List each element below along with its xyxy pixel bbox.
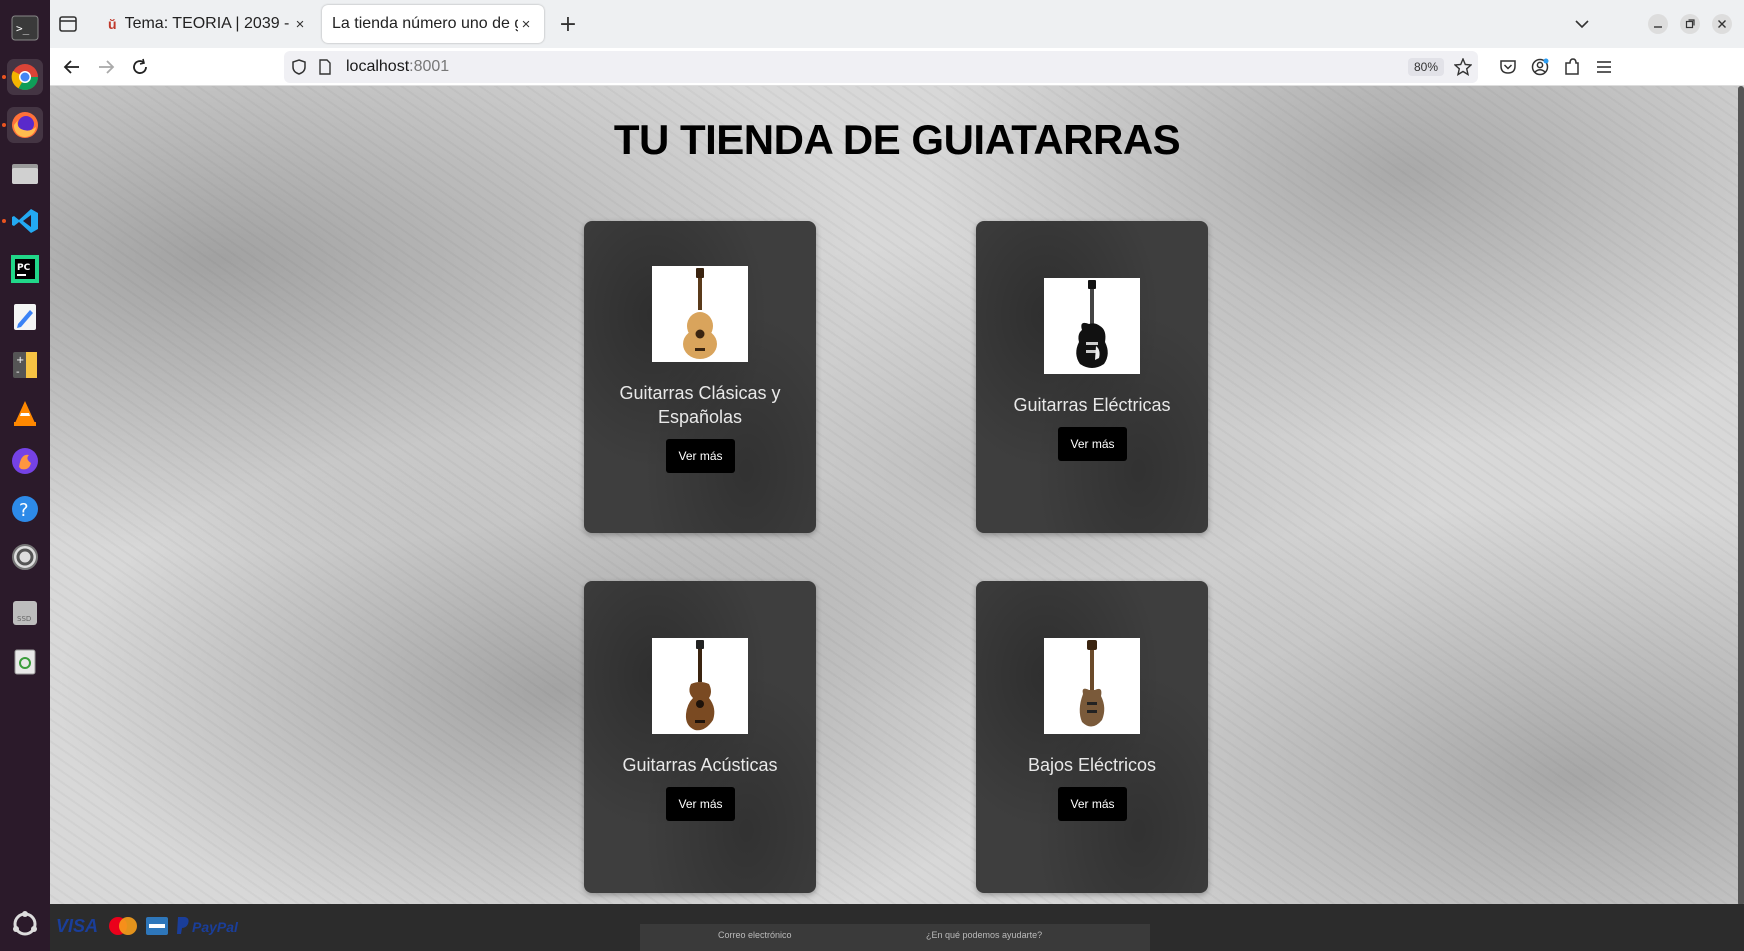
- drive-icon[interactable]: SSD: [7, 595, 43, 631]
- running-indicator: [2, 75, 6, 79]
- shield-icon[interactable]: [290, 58, 308, 76]
- ver-mas-button[interactable]: Ver más: [666, 439, 735, 473]
- minimize-icon[interactable]: [1648, 14, 1668, 34]
- back-arrow-icon[interactable]: [60, 56, 84, 78]
- visa-logo: VISA: [56, 916, 99, 936]
- firefox-icon[interactable]: [7, 107, 43, 143]
- running-indicator: [2, 123, 6, 127]
- tab-teoria[interactable]: ŭ Tema: TEORIA | 2039 - LA ×: [98, 5, 318, 43]
- account-icon[interactable]: [1530, 57, 1550, 77]
- classical-guitar-image: [652, 266, 748, 362]
- ver-mas-button[interactable]: Ver más: [1058, 787, 1127, 821]
- moodle-favicon-icon: ŭ: [108, 16, 117, 32]
- page-content: TU TIENDA DE GUIATARRAS Guitarras Clásic…: [50, 86, 1744, 951]
- page-title: TU TIENDA DE GUIATARRAS: [613, 116, 1181, 163]
- tab-bar: ŭ Tema: TEORIA | 2039 - LA × La tienda n…: [50, 0, 1744, 48]
- footer-link-email[interactable]: Correo electrónico: [718, 930, 792, 940]
- ubuntu-dock: >_ PC + - ? SSD: [0, 0, 50, 951]
- svg-text:>_: >_: [16, 22, 30, 35]
- navigation-bar: localhost:8001 80%: [50, 48, 1744, 86]
- terminal-icon[interactable]: >_: [7, 10, 43, 46]
- footer-links-box: [640, 924, 1150, 951]
- tab-tienda[interactable]: La tienda número uno de gui ×: [322, 5, 544, 43]
- vlc-icon[interactable]: [7, 395, 43, 431]
- svg-text:SSD: SSD: [17, 615, 31, 623]
- forward-arrow-icon[interactable]: [94, 56, 118, 78]
- category-card-bajos: Bajos Eléctricos Ver más: [976, 581, 1208, 893]
- running-indicator: [2, 219, 6, 223]
- page-info-icon[interactable]: [316, 58, 334, 76]
- url-bar[interactable]: localhost:8001 80%: [284, 51, 1478, 83]
- footer: VISA PayPal Correo electrónico ¿En qué p…: [50, 904, 1744, 951]
- url-text[interactable]: localhost:8001: [346, 58, 449, 76]
- pycharm-icon[interactable]: PC: [7, 251, 43, 287]
- url-host: localhost: [346, 58, 410, 75]
- tab-close-icon[interactable]: ×: [292, 16, 308, 33]
- show-apps-icon[interactable]: [7, 906, 43, 942]
- tab-overview-icon[interactable]: [56, 12, 80, 36]
- footer-link-help[interactable]: ¿En qué podemos ayudarte?: [926, 930, 1042, 940]
- close-window-icon[interactable]: [1712, 14, 1732, 34]
- acoustic-guitar-image: [652, 638, 748, 734]
- ver-mas-button[interactable]: Ver más: [666, 787, 735, 821]
- tab-list-chevron-down-icon[interactable]: [1570, 12, 1594, 36]
- paypal-icon: [176, 916, 190, 940]
- bookmark-star-icon[interactable]: [1454, 58, 1472, 76]
- card-label: Guitarras Eléctricas: [1013, 395, 1171, 415]
- tab-title: Tema: TEORIA | 2039 - LA: [124, 15, 292, 32]
- category-card-clasicas: Guitarras Clásicas y Españolas Ver más: [584, 221, 816, 533]
- trash-icon[interactable]: [7, 643, 43, 679]
- page-scrollbar[interactable]: [1738, 86, 1744, 906]
- tab-close-icon[interactable]: ×: [518, 16, 534, 33]
- electric-guitar-image: [1044, 278, 1140, 374]
- restore-icon[interactable]: [1680, 14, 1700, 34]
- calculator-icon[interactable]: + -: [7, 347, 43, 383]
- chrome-icon[interactable]: [7, 59, 43, 95]
- new-tab-button[interactable]: +: [556, 12, 580, 37]
- svg-text:+: +: [16, 355, 24, 366]
- paypal-logo: PayPal: [192, 919, 238, 935]
- vscode-icon[interactable]: [7, 203, 43, 239]
- svg-text:PC: PC: [17, 263, 31, 273]
- text-editor-icon[interactable]: [7, 299, 43, 335]
- firefox-dev-icon[interactable]: [7, 443, 43, 479]
- zoom-level-badge[interactable]: 80%: [1407, 58, 1444, 76]
- card-label: Bajos Eléctricos: [1027, 755, 1157, 775]
- amex-icon: [146, 917, 168, 939]
- menu-hamburger-icon[interactable]: [1594, 57, 1614, 77]
- ver-mas-button[interactable]: Ver más: [1058, 427, 1127, 461]
- reload-icon[interactable]: [128, 56, 152, 78]
- svg-text:-: -: [16, 367, 20, 378]
- settings-gear-icon[interactable]: [7, 539, 43, 575]
- pocket-icon[interactable]: [1498, 57, 1518, 77]
- bass-guitar-image: [1044, 638, 1140, 734]
- extensions-puzzle-icon[interactable]: [1562, 57, 1582, 77]
- card-label: Guitarras Clásicas y Españolas: [619, 383, 781, 427]
- category-card-electricas: Guitarras Eléctricas Ver más: [976, 221, 1208, 533]
- tab-title: La tienda número uno de gui: [332, 15, 518, 32]
- files-icon[interactable]: [7, 155, 43, 191]
- url-port: :8001: [409, 58, 450, 75]
- mastercard-icon: [108, 916, 138, 940]
- svg-text:?: ?: [19, 500, 29, 521]
- card-label: Guitarras Acústicas: [622, 755, 778, 775]
- category-card-acusticas: Guitarras Acústicas Ver más: [584, 581, 816, 893]
- help-icon[interactable]: ?: [7, 491, 43, 527]
